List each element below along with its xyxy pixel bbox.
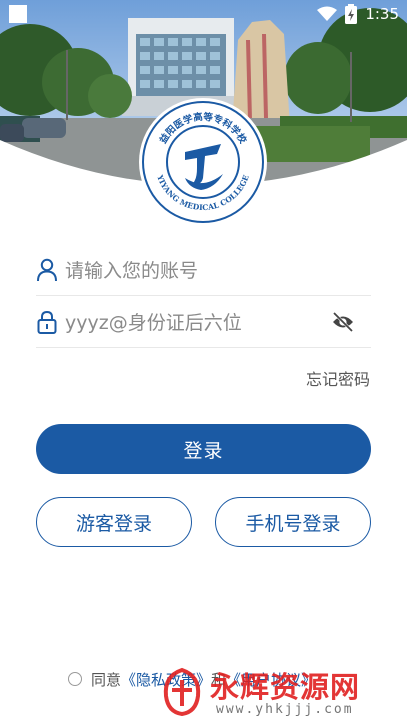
account-input[interactable] [65,253,335,289]
status-bar: 1:35 [0,0,407,28]
watermark: 永辉资源网 www.yhkjjj.com [158,664,398,724]
notification-square-icon [9,5,27,23]
lock-icon [37,310,57,334]
school-logo: 益阳医学高等专科学校 YIYANG MEDICAL COLLEGE [141,100,265,224]
watermark-logo-icon [163,667,201,717]
user-icon [37,258,57,282]
password-input[interactable] [65,305,335,341]
account-field [36,246,371,296]
status-time: 1:35 [365,5,399,23]
battery-icon [345,4,358,24]
phone-login-button[interactable]: 手机号登录 [215,497,371,547]
agreement-radio[interactable] [68,672,82,686]
agreement-prefix: 同意 [91,670,122,689]
watermark-text: 永辉资源网 [210,670,361,704]
watermark-url: www.yhkjjj.com [216,702,354,717]
wifi-icon [317,6,338,21]
forgot-password-link[interactable]: 忘记密码 [306,366,370,390]
guest-login-button[interactable]: 游客登录 [36,497,192,547]
login-button[interactable]: 登录 [36,424,371,474]
password-field [36,298,371,348]
eye-off-icon[interactable] [331,311,355,333]
